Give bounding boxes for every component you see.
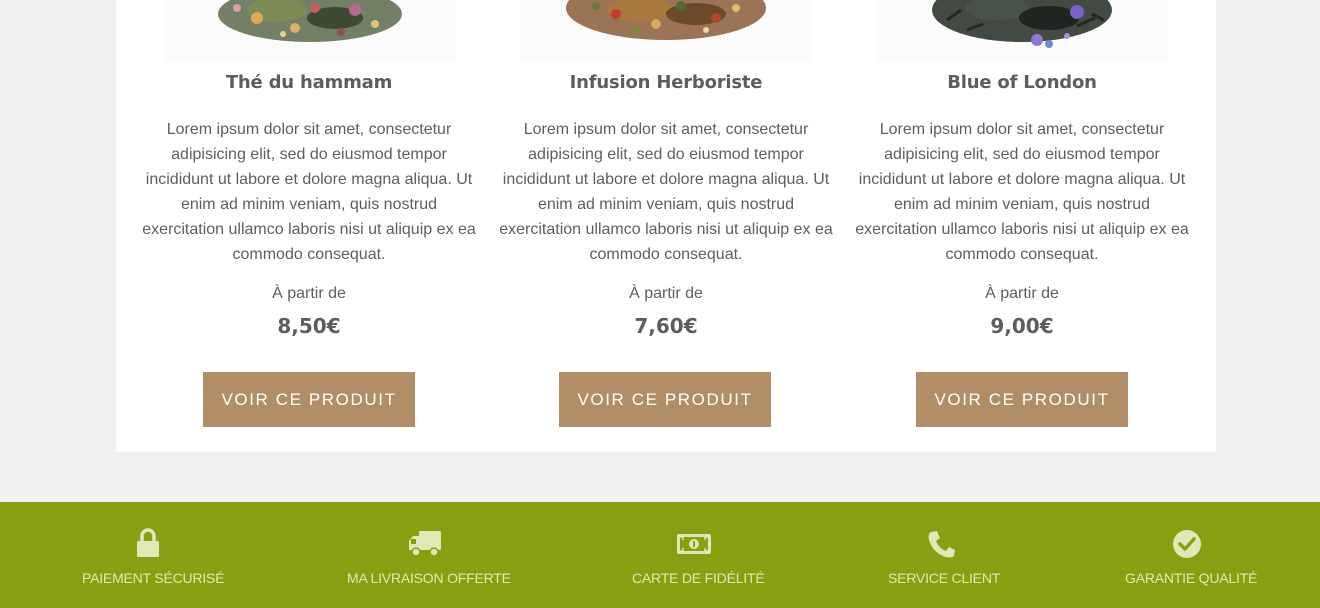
feature-quality-guarantee[interactable]: GARANTIE QUALITÉ [1115, 502, 1260, 608]
view-product-button[interactable]: VOIR CE PRODUIT [559, 372, 771, 427]
feature-loyalty-card[interactable]: CARTE DE FIDÉLITÉ [620, 502, 770, 608]
feature-label: GARANTIE QUALITÉ [1125, 570, 1258, 586]
black-tea-image [932, 0, 1112, 48]
product-description: Lorem ipsum dolor sit amet, consectetur … [499, 121, 833, 263]
lock-icon [137, 528, 159, 557]
price-from-label: À partir de [272, 285, 346, 302]
product-image[interactable] [877, 0, 1167, 62]
product-section: Thé du hammam Lorem ipsum dolor sit amet… [116, 0, 1216, 452]
truck-icon [409, 531, 441, 557]
product-price: 9,00€ [990, 314, 1054, 338]
tea-leaves-image [218, 0, 402, 42]
product-description: Lorem ipsum dolor sit amet, consectetur … [142, 121, 476, 263]
price-from-label: À partir de [629, 285, 703, 302]
product-description: Lorem ipsum dolor sit amet, consectetur … [855, 121, 1189, 263]
feature-label: MA LIVRAISON OFFERTE [347, 570, 511, 586]
feature-label: CARTE DE FIDÉLITÉ [632, 570, 765, 586]
view-product-button[interactable]: VOIR CE PRODUIT [203, 372, 415, 427]
product-name[interactable]: Infusion Herboriste [496, 72, 836, 93]
feature-secure-payment[interactable]: PAIEMENT SÉCURISÉ [70, 502, 227, 608]
product-name[interactable]: Blue of London [852, 72, 1192, 93]
features-footer: PAIEMENT SÉCURISÉ MA LIVRAISON OFFERTE C… [0, 502, 1320, 608]
view-product-button[interactable]: VOIR CE PRODUIT [916, 372, 1128, 427]
product-image[interactable] [165, 0, 455, 62]
money-icon [677, 534, 711, 554]
product-price: 7,60€ [634, 314, 698, 338]
check-circle-icon [1173, 530, 1201, 558]
feature-free-delivery[interactable]: MA LIVRAISON OFFERTE [330, 502, 520, 608]
price-from-label: À partir de [985, 285, 1059, 302]
product-image[interactable] [521, 0, 811, 62]
product-price: 8,50€ [277, 314, 341, 338]
herbal-infusion-image [566, 0, 766, 40]
feature-customer-service[interactable]: SERVICE CLIENT [880, 502, 1002, 608]
feature-label: SERVICE CLIENT [888, 570, 1001, 586]
product-name[interactable]: Thé du hammam [139, 72, 479, 93]
feature-label: PAIEMENT SÉCURISÉ [82, 570, 225, 586]
phone-icon [928, 531, 955, 558]
